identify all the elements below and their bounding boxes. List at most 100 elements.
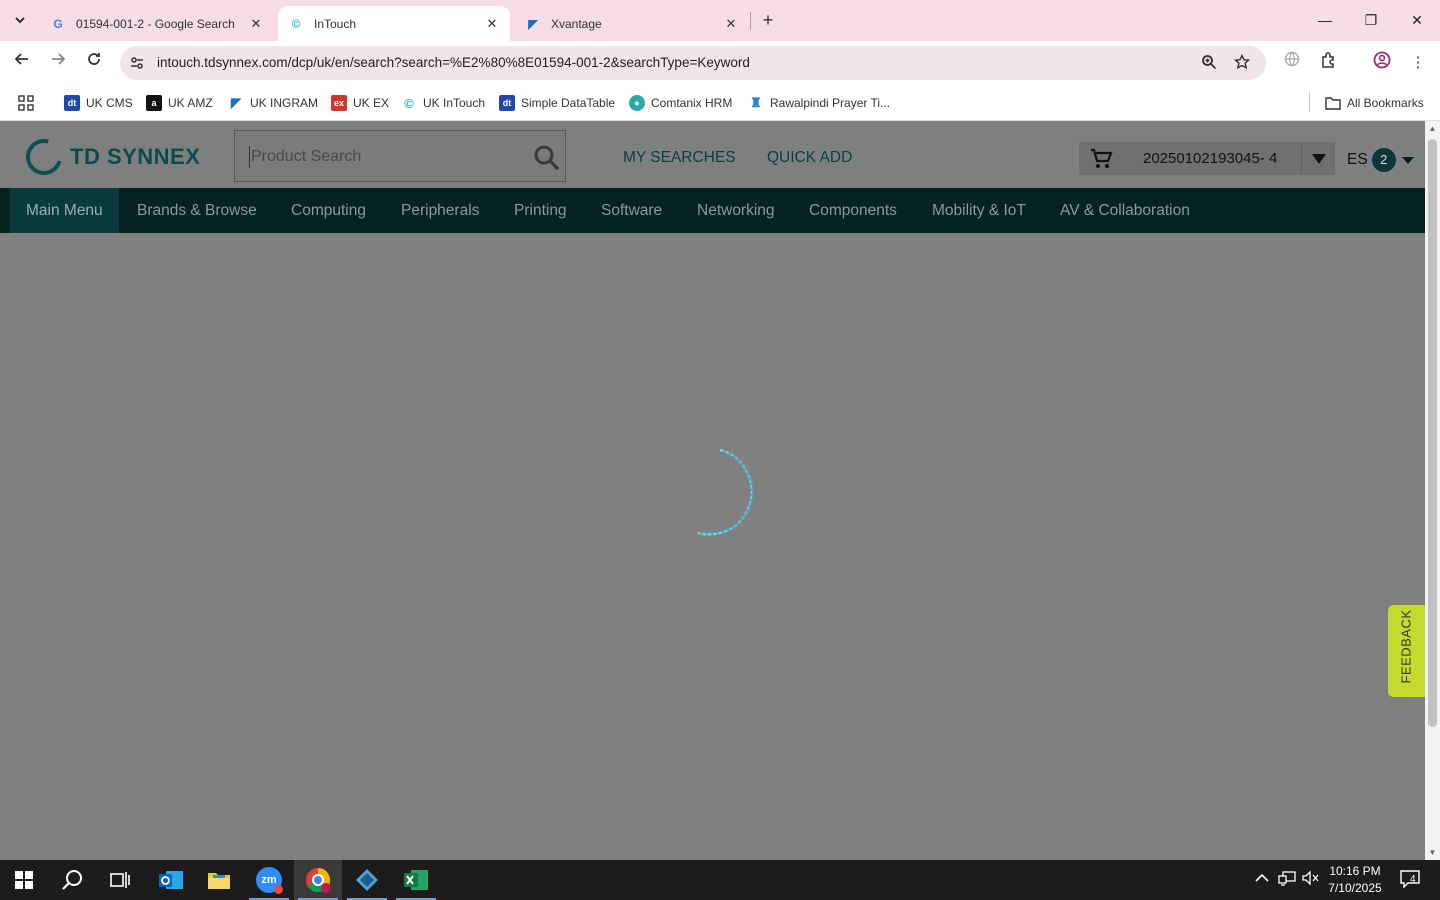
ex-icon: ex [331, 95, 347, 111]
nav-av-collaboration[interactable]: AV & Collaboration [1044, 188, 1206, 233]
bookmark-label: UK AMZ [168, 96, 213, 110]
close-icon[interactable]: ✕ [248, 16, 264, 32]
zoom-app[interactable]: zm [245, 860, 293, 900]
tab-xvantage[interactable]: ◤ Xvantage ✕ [515, 6, 749, 41]
bookmark-comtanix-hrm[interactable]: ● Comtanix HRM [629, 93, 732, 113]
chevron-down-icon [15, 17, 25, 24]
scroll-down-icon[interactable]: ▼ [1425, 845, 1440, 860]
search-button[interactable] [48, 860, 96, 900]
excel-app[interactable] [392, 860, 440, 900]
bookmark-rawalpindi-prayer[interactable]: ♜ Rawalpindi Prayer Ti... [748, 93, 890, 113]
feedback-tab[interactable]: FEEDBACK [1388, 605, 1425, 697]
network-icon[interactable] [1277, 870, 1297, 889]
bookmark-label: UK EX [353, 96, 390, 110]
outlook-app[interactable] [147, 860, 195, 900]
nav-networking[interactable]: Networking [681, 188, 791, 233]
profile-icon[interactable] [1370, 51, 1394, 75]
page-scrollbar[interactable]: ▲ ▼ [1425, 121, 1440, 860]
app-launcher[interactable] [343, 860, 391, 900]
bookmark-uk-ingram[interactable]: ◤ UK INGRAM [228, 93, 318, 113]
volume-muted-icon[interactable] [1300, 870, 1320, 889]
xvantage-icon: ◤ [528, 16, 538, 31]
nav-mobility-iot[interactable]: Mobility & IoT [916, 188, 1042, 233]
bookmark-uk-ex[interactable]: ex UK EX [331, 93, 389, 113]
notification-badge: 2 [1371, 148, 1396, 172]
close-icon[interactable]: ✕ [484, 16, 500, 32]
system-clock[interactable]: 10:16 PM 7/10/2025 [1320, 863, 1390, 897]
tab-google-search[interactable]: G 01594-001-2 - Google Search ✕ [40, 6, 274, 41]
scrollbar-thumb[interactable] [1428, 139, 1437, 727]
bookmark-label: UK InTouch [423, 96, 486, 110]
bookmark-favicon-icon: dt [64, 95, 80, 111]
nav-peripherals[interactable]: Peripherals [385, 188, 495, 233]
folder-icon [208, 873, 230, 889]
tab-title: Xvantage [551, 16, 602, 31]
scroll-up-icon[interactable]: ▲ [1425, 121, 1440, 136]
start-button[interactable] [0, 860, 48, 900]
zoom-icon[interactable] [1200, 54, 1218, 72]
browser-toolbar: intouch.tdsynnex.com/dcp/uk/en/search?se… [0, 41, 1440, 85]
user-menu[interactable]: ES 2 [1347, 148, 1414, 172]
caret-down-icon [1311, 153, 1326, 164]
logo-mark-icon [19, 132, 69, 182]
all-bookmarks[interactable]: All Bookmarks [1325, 93, 1424, 113]
td-synnex-logo[interactable]: TD SYNNEX [19, 132, 201, 182]
nav-main-menu[interactable]: Main Menu [10, 188, 119, 233]
my-searches-link[interactable]: MY SEARCHES [623, 149, 736, 167]
url-text[interactable]: intouch.tdsynnex.com/dcp/uk/en/search?se… [157, 55, 750, 70]
bookmarks-divider [1309, 92, 1310, 112]
cart-reference: 20250102193045- 4 [1143, 150, 1278, 167]
show-hidden-icons[interactable] [1252, 870, 1272, 886]
close-window-button[interactable]: ✕ [1402, 8, 1432, 32]
site-info-icon[interactable] [129, 55, 145, 71]
address-bar[interactable]: intouch.tdsynnex.com/dcp/uk/en/search?se… [120, 46, 1266, 80]
nav-components[interactable]: Components [793, 188, 913, 233]
logo-text: TD SYNNEX [70, 144, 201, 169]
clock-time: 10:16 PM [1329, 864, 1381, 878]
tab-search-button[interactable] [8, 8, 32, 32]
extensions-icon[interactable] [1317, 51, 1341, 75]
clock-date: 7/10/2025 [1328, 881, 1382, 895]
translate-icon[interactable] [1280, 51, 1304, 75]
bookmark-label: Simple DataTable [521, 96, 616, 110]
intouch-icon: © [291, 16, 301, 31]
bookmark-label: Rawalpindi Prayer Ti... [770, 96, 891, 110]
task-view-button[interactable] [96, 860, 144, 900]
excel-icon [404, 870, 428, 890]
product-search-input[interactable] [249, 146, 519, 168]
chrome-menu-icon[interactable]: ⋮ [1406, 51, 1430, 75]
nav-brands-browse[interactable]: Brands & Browse [121, 188, 273, 233]
file-explorer-app[interactable] [195, 860, 243, 900]
close-icon[interactable]: ✕ [723, 16, 739, 32]
back-button[interactable] [10, 51, 34, 75]
bookmark-uk-intouch[interactable]: © UK InTouch [401, 93, 485, 113]
bookmark-simple-datatable[interactable]: dt Simple DataTable [499, 93, 615, 113]
apps-icon[interactable] [18, 93, 34, 113]
cart-dropdown-button[interactable] [1301, 142, 1335, 175]
bookmark-uk-amz[interactable]: a UK AMZ [146, 93, 213, 113]
search-icon[interactable] [533, 144, 559, 170]
cart-icon [1091, 148, 1113, 168]
task-view-icon [110, 872, 130, 888]
restore-button[interactable]: ❐ [1356, 8, 1386, 32]
nav-software[interactable]: Software [585, 188, 678, 233]
chrome-icon [306, 868, 331, 893]
minimize-button[interactable]: — [1310, 8, 1340, 32]
bookmark-star-icon[interactable] [1233, 53, 1251, 72]
chrome-app[interactable] [294, 860, 342, 900]
forward-button[interactable] [46, 51, 70, 75]
bookmark-label: UK INGRAM [250, 96, 319, 110]
tab-divider [750, 12, 751, 30]
outlook-icon [159, 871, 183, 889]
cart-selector[interactable]: 20250102193045- 4 [1079, 142, 1335, 175]
bookmark-label: UK CMS [86, 96, 133, 110]
nav-computing[interactable]: Computing [275, 188, 382, 233]
reload-button[interactable] [82, 51, 106, 75]
tab-intouch[interactable]: © InTouch ✕ [278, 6, 510, 41]
bookmark-uk-cms[interactable]: dt UK CMS [64, 93, 133, 113]
notification-center-button[interactable]: 4 [1398, 870, 1422, 891]
nav-printing[interactable]: Printing [498, 188, 583, 233]
quick-add-link[interactable]: QUICK ADD [767, 149, 852, 167]
ingram-icon: ◤ [231, 95, 241, 110]
new-tab-button[interactable]: + [758, 10, 778, 30]
